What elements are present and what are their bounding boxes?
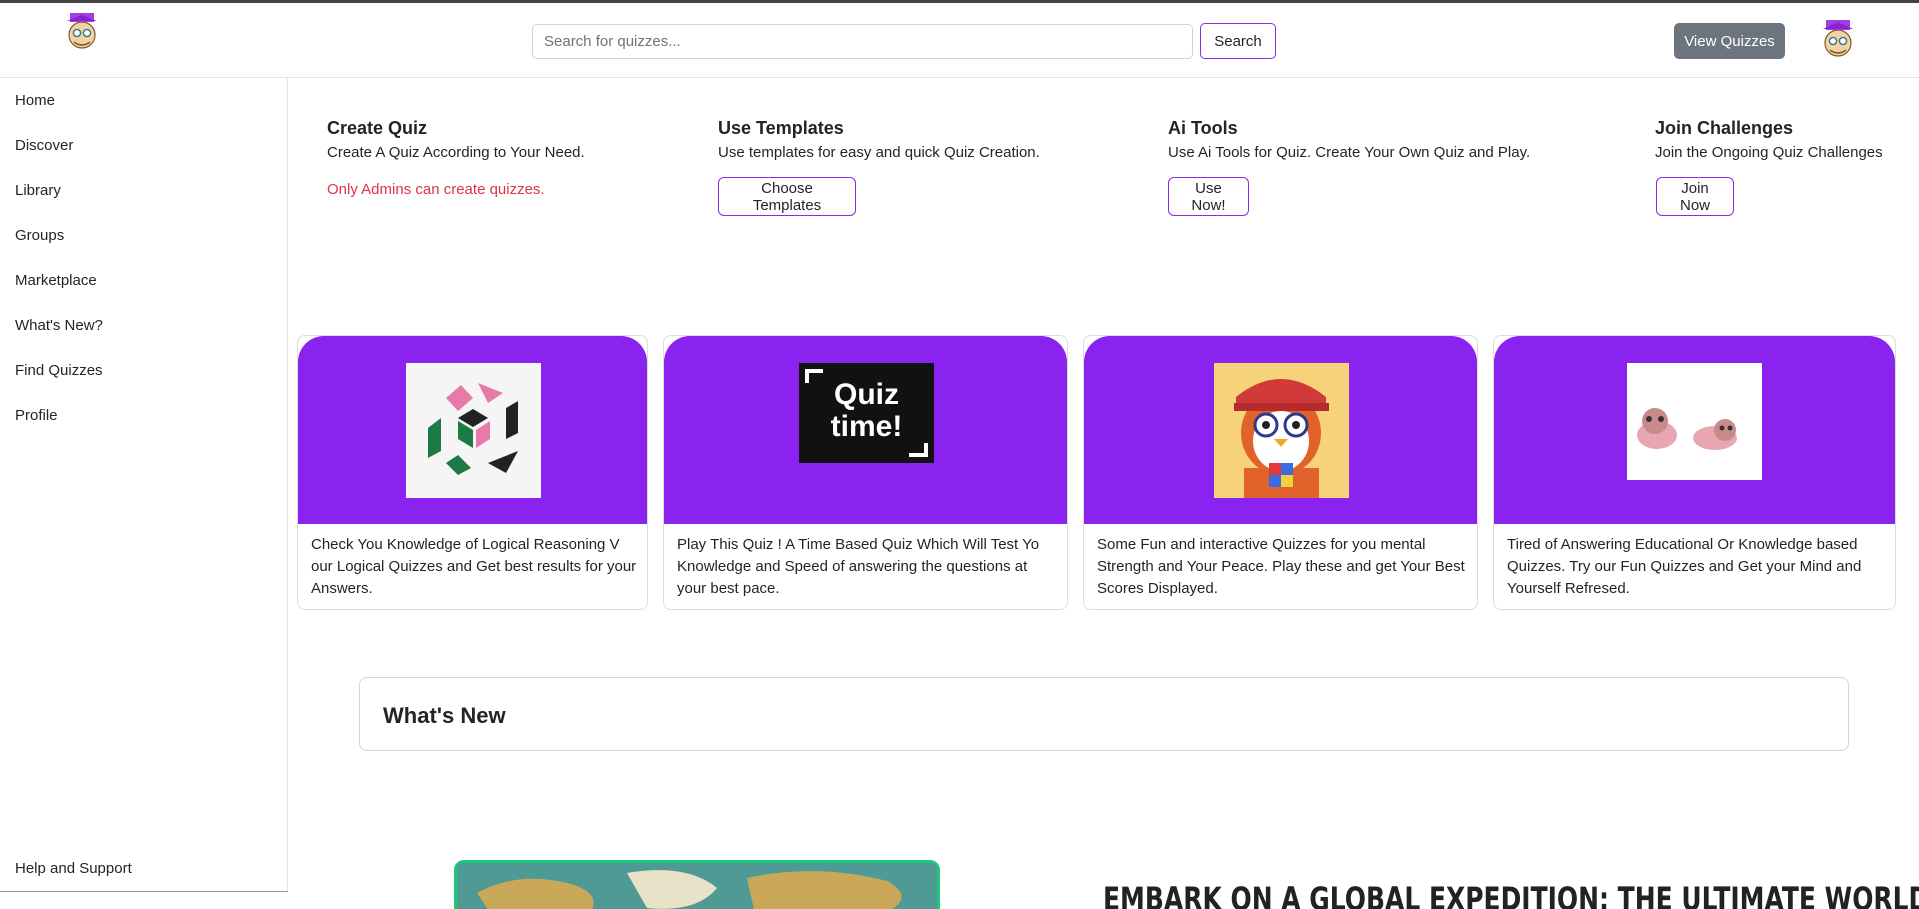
sidebar-item-help-and-support[interactable]: Help and Support bbox=[15, 860, 132, 877]
quiz-card-fun-quizzes[interactable]: Tired of Answering Educational Or Knowle… bbox=[1493, 335, 1896, 610]
quiz-card-logical-reasoning[interactable]: Check You Knowledge of Logical Reasoning… bbox=[297, 335, 648, 610]
penguin-image bbox=[1214, 363, 1349, 498]
logical-cubes-image bbox=[406, 363, 541, 498]
ai-tools-title: Ai Tools bbox=[1168, 118, 1238, 138]
promo-heading: EMBARK ON A GLOBAL EXPEDITION: THE ULTIM… bbox=[1103, 880, 1919, 909]
sidebar-item-find-quizzes[interactable]: Find Quizzes bbox=[15, 362, 103, 379]
avatar[interactable] bbox=[1820, 16, 1856, 60]
sidebar-item-whats-new[interactable]: What's New? bbox=[15, 317, 103, 334]
quiz-time-line-2: time! bbox=[830, 410, 903, 443]
ai-tools-description: Use Ai Tools for Quiz. Create Your Own Q… bbox=[1168, 144, 1531, 161]
sidebar-item-discover[interactable]: Discover bbox=[15, 137, 73, 154]
quiz-card-quiz-time[interactable]: Quiz time! Play This Quiz ! A Time Based… bbox=[663, 335, 1068, 610]
create-quiz-title: Create Quiz bbox=[327, 118, 428, 138]
use-templates-description: Use templates for easy and quick Quiz Cr… bbox=[718, 144, 1040, 161]
sidebar: Home Discover Library Groups Marketplace… bbox=[0, 78, 288, 892]
whats-new-panel: What's New bbox=[359, 677, 1849, 751]
create-quiz-description: Create A Quiz According to Your Need. bbox=[327, 144, 585, 161]
use-templates-title: Use Templates bbox=[718, 118, 844, 138]
quiz-time-line-1: Quiz bbox=[834, 378, 899, 411]
view-quizzes-button[interactable]: View Quizzes bbox=[1674, 23, 1785, 59]
cute-animals-image bbox=[1627, 363, 1762, 480]
card-description: Check You Knowledge of Logical Reasoning… bbox=[311, 536, 637, 597]
sidebar-item-home[interactable]: Home bbox=[15, 92, 55, 109]
whats-new-heading: What's New bbox=[383, 703, 506, 728]
sidebar-item-groups[interactable]: Groups bbox=[15, 227, 64, 244]
sidebar-item-profile[interactable]: Profile bbox=[15, 407, 58, 424]
join-now-button[interactable]: Join Now bbox=[1656, 177, 1734, 216]
quiz-card-fun-interactive[interactable]: Some Fun and interactive Quizzes for you… bbox=[1083, 335, 1478, 610]
world-map-image bbox=[454, 860, 940, 909]
join-challenges-description: Join the Ongoing Quiz Challenges bbox=[1655, 144, 1883, 161]
sidebar-divider bbox=[0, 891, 288, 892]
card-description: Some Fun and interactive Quizzes for you… bbox=[1097, 536, 1465, 597]
ai-tools-section: Ai Tools Use Ai Tools for Quiz. Create Y… bbox=[1168, 117, 1530, 162]
join-challenges-section: Join Challenges Join the Ongoing Quiz Ch… bbox=[1655, 117, 1883, 162]
card-description: Play This Quiz ! A Time Based Quiz Which… bbox=[677, 536, 1040, 597]
use-templates-section: Use Templates Use templates for easy and… bbox=[718, 117, 1040, 162]
search-button[interactable]: Search bbox=[1200, 23, 1276, 59]
search-input[interactable] bbox=[532, 24, 1193, 59]
quiz-time-image: Quiz time! bbox=[799, 363, 934, 463]
card-description: Tired of Answering Educational Or Knowle… bbox=[1507, 536, 1862, 597]
admin-only-warning: Only Admins can create quizzes. bbox=[327, 181, 545, 198]
join-challenges-title: Join Challenges bbox=[1655, 118, 1794, 138]
create-quiz-section: Create Quiz Create A Quiz According to Y… bbox=[327, 117, 585, 199]
use-now-button[interactable]: Use Now! bbox=[1168, 177, 1249, 216]
logo-mascot-icon[interactable] bbox=[64, 11, 100, 51]
sidebar-item-marketplace[interactable]: Marketplace bbox=[15, 272, 97, 289]
choose-templates-button[interactable]: Choose Templates bbox=[718, 177, 856, 216]
sidebar-item-library[interactable]: Library bbox=[15, 182, 61, 199]
top-header: Search View Quizzes bbox=[0, 3, 1919, 78]
